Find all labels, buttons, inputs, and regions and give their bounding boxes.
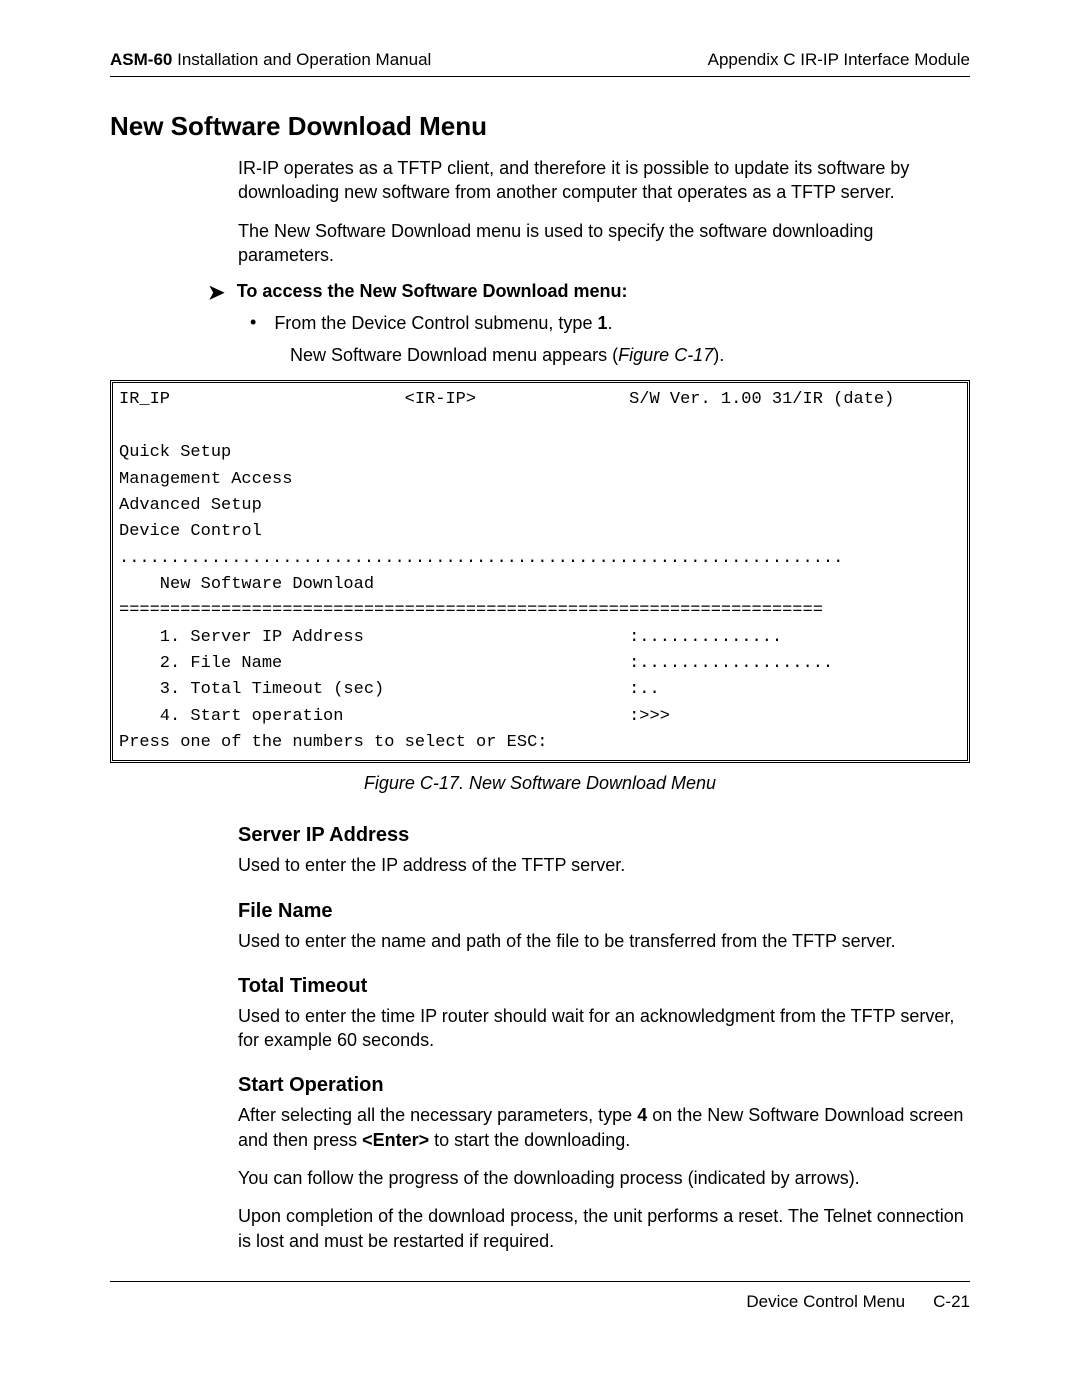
start-op-p1-num: 4 [637,1105,647,1125]
procedure-lead-row: ➤ To access the New Software Download me… [208,281,970,305]
heading-start-operation: Start Operation [238,1074,970,1097]
procedure-lead: To access the New Software Download menu… [237,281,628,302]
start-op-p1-post: to start the downloading. [429,1130,630,1150]
body-server-ip: Used to enter the IP address of the TFTP… [238,853,970,877]
bullet-number: 1 [597,313,607,333]
terminal-screenshot: IR_IP <IR-IP> S/W Ver. 1.00 31/IR (date)… [110,380,970,763]
body-start-op-p3: Upon completion of the download process,… [238,1204,970,1253]
procedure-result: New Software Download menu appears (Figu… [290,345,970,366]
bullet-pre: From the Device Control submenu, type [274,313,597,333]
figure-caption: Figure C-17. New Software Download Menu [110,773,970,794]
heading-server-ip: Server IP Address [238,824,970,847]
heading-total-timeout: Total Timeout [238,975,970,998]
result-pre: New Software Download menu appears ( [290,345,618,365]
start-op-p1-key: <Enter> [362,1130,429,1150]
product-code: ASM-60 [110,50,172,69]
body-total-timeout: Used to enter the time IP router should … [238,1004,970,1053]
page-title: New Software Download Menu [110,111,970,142]
figure-ref: Figure C-17 [618,345,713,365]
heading-file-name: File Name [238,900,970,923]
body-start-op-p1: After selecting all the necessary parame… [238,1103,970,1152]
intro-paragraph-2: The New Software Download menu is used t… [238,219,970,268]
procedure-bullet: • From the Device Control submenu, type … [250,311,970,335]
page-header: ASM-60 Installation and Operation Manual… [110,50,970,77]
result-post: ). [713,345,724,365]
page-footer: Device Control Menu C-21 [110,1282,970,1312]
header-left: ASM-60 Installation and Operation Manual [110,50,431,70]
footer-page: C-21 [933,1292,970,1312]
bullet-text: From the Device Control submenu, type 1. [274,311,612,335]
intro-paragraph-1: IR-IP operates as a TFTP client, and the… [238,156,970,205]
procedure-arrow-icon: ➤ [208,281,225,305]
footer-section: Device Control Menu [746,1292,905,1312]
doc-title: Installation and Operation Manual [177,50,431,69]
body-start-op-p2: You can follow the progress of the downl… [238,1166,970,1190]
start-op-p1-pre: After selecting all the necessary parame… [238,1105,637,1125]
header-right: Appendix C IR-IP Interface Module [708,50,970,70]
bullet-post: . [607,313,612,333]
body-file-name: Used to enter the name and path of the f… [238,929,970,953]
page: ASM-60 Installation and Operation Manual… [0,0,1080,1397]
bullet-icon: • [250,311,256,334]
